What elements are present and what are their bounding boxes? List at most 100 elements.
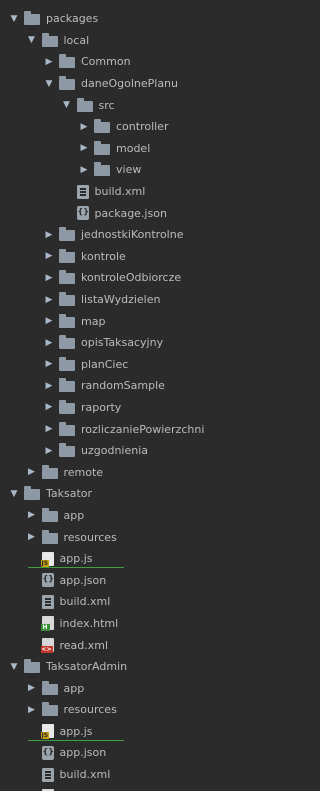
collapse-arrow-icon[interactable]: ▶: [43, 295, 55, 305]
html-file-icon: [40, 616, 54, 632]
collapse-arrow-icon[interactable]: ▶: [43, 273, 55, 283]
folder-icon: [94, 140, 110, 155]
tree-item-label: local: [63, 33, 90, 47]
project-tree: ▼ packages ▼ local ▶ Common ▼ daneOgolnePlanu ▼ s…: [0, 0, 286, 791]
expand-arrow-icon[interactable]: ▼: [8, 662, 20, 672]
tree-file-row[interactable]: package.json: [0, 202, 286, 224]
collapse-arrow-icon[interactable]: ▶: [43, 57, 55, 67]
folder-icon: [41, 680, 58, 695]
collapse-arrow-icon[interactable]: ▶: [43, 359, 55, 369]
folder-icon: [59, 248, 75, 263]
folder-icon: [41, 464, 58, 479]
tree-item-label: kontrole: [81, 249, 126, 263]
tree-item-label: app.js: [59, 724, 93, 738]
folder-icon: [41, 702, 58, 717]
expand-arrow-icon[interactable]: ▼: [43, 79, 55, 89]
tree-file-row[interactable]: app.json: [0, 569, 286, 591]
tree-folder-row[interactable]: ▶ kontrole: [0, 246, 286, 268]
tree-folder-row[interactable]: ▶ Common: [0, 51, 286, 73]
tree-folder-row[interactable]: ▼ Taksator: [0, 483, 286, 505]
collapse-arrow-icon[interactable]: ▶: [26, 683, 38, 693]
tree-item-label: packages: [46, 12, 99, 26]
tree-folder-row[interactable]: ▶ app: [0, 505, 286, 527]
tree-file-row[interactable]: app.js: [0, 548, 286, 570]
tree-folder-row[interactable]: ▼ packages: [0, 8, 286, 30]
tree-folder-row[interactable]: ▶ randomSample: [0, 375, 286, 397]
tree-folder-row[interactable]: ▶ planCiec: [0, 354, 286, 376]
tree-item-label: package.json: [94, 206, 167, 220]
folder-icon: [24, 11, 40, 26]
tree-file-row[interactable]: app.js: [0, 721, 286, 743]
collapse-arrow-icon[interactable]: ▶: [43, 251, 55, 261]
tree-folder-row[interactable]: ▶ jednostkiKontrolne: [0, 224, 286, 246]
tree-item-label: remote: [63, 465, 104, 479]
folder-icon: [59, 313, 75, 328]
folder-icon: [76, 97, 93, 112]
collapse-arrow-icon[interactable]: ▶: [26, 532, 38, 542]
tree-folder-row[interactable]: ▶ remote: [0, 461, 286, 483]
collapse-arrow-icon[interactable]: ▶: [43, 338, 55, 348]
tree-item-label: index.html: [59, 616, 119, 630]
collapse-arrow-icon[interactable]: ▶: [26, 510, 38, 520]
tree-item-label: rozliczaniePowierzchni: [81, 422, 205, 436]
tree-item-label: build.xml: [59, 595, 111, 609]
folder-icon: [59, 335, 75, 350]
tree-folder-row[interactable]: ▼ daneOgolnePlanu: [0, 73, 286, 95]
collapse-arrow-icon[interactable]: ▶: [43, 446, 55, 456]
collapse-arrow-icon[interactable]: ▶: [26, 467, 38, 477]
tree-folder-row[interactable]: ▶ opisTaksacyjny: [0, 332, 286, 354]
tree-file-row[interactable]: build.xml: [0, 591, 286, 613]
tree-folder-row[interactable]: ▶ uzgodnienia: [0, 440, 286, 462]
tree-file-row[interactable]: build.xml: [0, 181, 286, 203]
modified-underline: [27, 740, 124, 742]
build-xml-icon: [41, 767, 54, 782]
javascript-file-icon: [40, 551, 54, 567]
folder-icon: [59, 227, 75, 242]
tree-item-label: uzgodnienia: [81, 444, 149, 458]
tree-folder-row[interactable]: ▶ raporty: [0, 397, 286, 419]
tree-folder-row[interactable]: ▶ rozliczaniePowierzchni: [0, 418, 286, 440]
collapse-arrow-icon[interactable]: ▶: [43, 381, 55, 391]
tree-folder-row[interactable]: ▶ resources: [0, 699, 286, 721]
tree-folder-row[interactable]: ▼ local: [0, 30, 286, 52]
expand-arrow-icon[interactable]: ▼: [26, 35, 38, 45]
expand-arrow-icon[interactable]: ▼: [8, 489, 20, 499]
tree-file-row[interactable]: app.json: [0, 742, 286, 764]
expand-arrow-icon[interactable]: ▼: [61, 100, 73, 110]
tree-folder-row[interactable]: ▶ listaWydzielen: [0, 289, 286, 311]
collapse-arrow-icon[interactable]: ▶: [43, 230, 55, 240]
tree-item-label: app: [63, 508, 85, 522]
folder-icon: [59, 54, 75, 69]
tree-folder-row[interactable]: ▶ app: [0, 677, 286, 699]
folder-icon: [94, 162, 110, 177]
tree-folder-row[interactable]: ▼ src: [0, 94, 286, 116]
tree-folder-row[interactable]: ▶ map: [0, 310, 286, 332]
expand-arrow-icon[interactable]: ▼: [8, 14, 20, 24]
tree-file-row[interactable]: index.html: [0, 785, 286, 791]
tree-item-label: app.json: [59, 746, 107, 760]
build-xml-icon: [76, 184, 89, 199]
collapse-arrow-icon[interactable]: ▶: [43, 316, 55, 326]
json-file-icon: [76, 206, 89, 221]
tree-file-row[interactable]: read.xml: [0, 634, 286, 656]
collapse-arrow-icon[interactable]: ▶: [43, 424, 55, 434]
tree-item-label: resources: [63, 703, 117, 717]
folder-icon: [59, 270, 75, 285]
json-file-icon: [41, 573, 54, 588]
tree-folder-row[interactable]: ▶ resources: [0, 526, 286, 548]
tree-folder-row[interactable]: ▶ controller: [0, 116, 286, 138]
tree-folder-row[interactable]: ▶ kontroleOdbiorcze: [0, 267, 286, 289]
collapse-arrow-icon[interactable]: ▶: [78, 122, 90, 132]
tree-item-label: read.xml: [59, 638, 109, 652]
collapse-arrow-icon[interactable]: ▶: [78, 143, 90, 153]
collapse-arrow-icon[interactable]: ▶: [43, 402, 55, 412]
tree-folder-row[interactable]: ▼ TaksatorAdmin: [0, 656, 286, 678]
folder-icon: [59, 292, 75, 307]
tree-folder-row[interactable]: ▶ view: [0, 159, 286, 181]
tree-folder-row[interactable]: ▶ model: [0, 138, 286, 160]
collapse-arrow-icon[interactable]: ▶: [78, 165, 90, 175]
tree-file-row[interactable]: build.xml: [0, 764, 286, 786]
tree-file-row[interactable]: index.html: [0, 613, 286, 635]
json-file-icon: [41, 745, 54, 760]
collapse-arrow-icon[interactable]: ▶: [26, 705, 38, 715]
